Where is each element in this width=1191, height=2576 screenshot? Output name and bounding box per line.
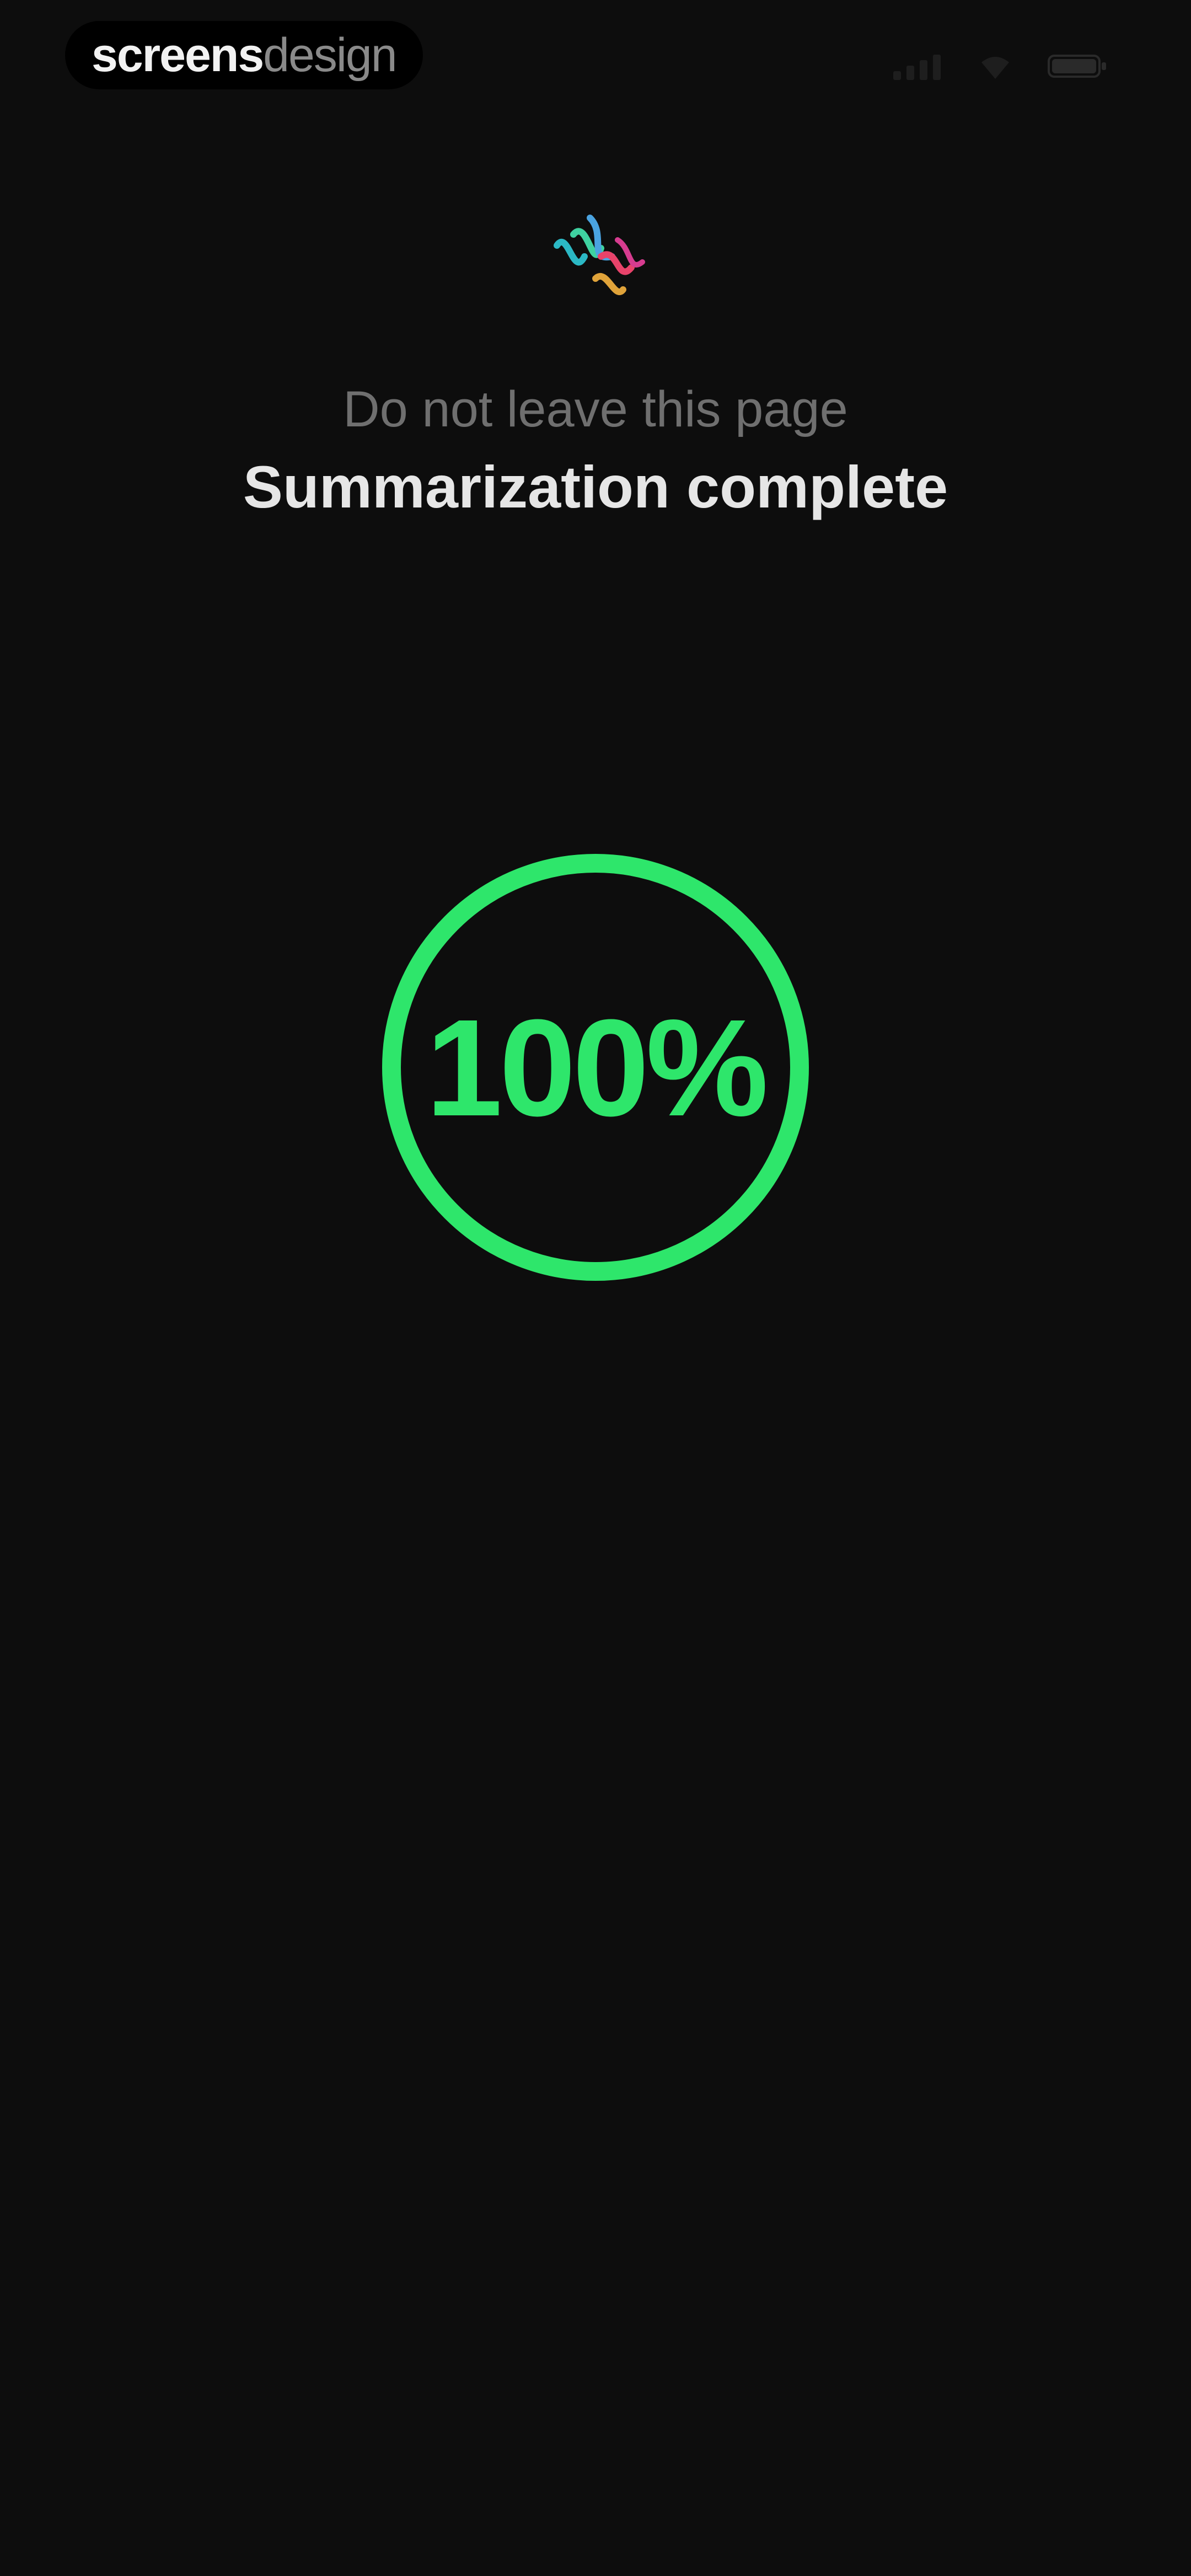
page-title: Summarization complete bbox=[243, 453, 948, 520]
watermark-bold-text: screens bbox=[92, 28, 264, 82]
wifi-icon bbox=[976, 52, 1015, 80]
status-icons bbox=[893, 52, 1108, 80]
battery-icon bbox=[1048, 52, 1108, 80]
multicolor-brushstroke-logo-icon bbox=[535, 196, 656, 317]
signal-icon bbox=[893, 52, 943, 80]
do-not-leave-notice: Do not leave this page bbox=[343, 381, 848, 437]
status-bar: screens design bbox=[0, 0, 1191, 116]
progress-ring: 100% bbox=[375, 847, 816, 1288]
screensdesign-watermark: screens design bbox=[65, 21, 423, 89]
progress-percent-label: 100% bbox=[426, 990, 768, 1145]
watermark-light-text: design bbox=[263, 28, 397, 82]
